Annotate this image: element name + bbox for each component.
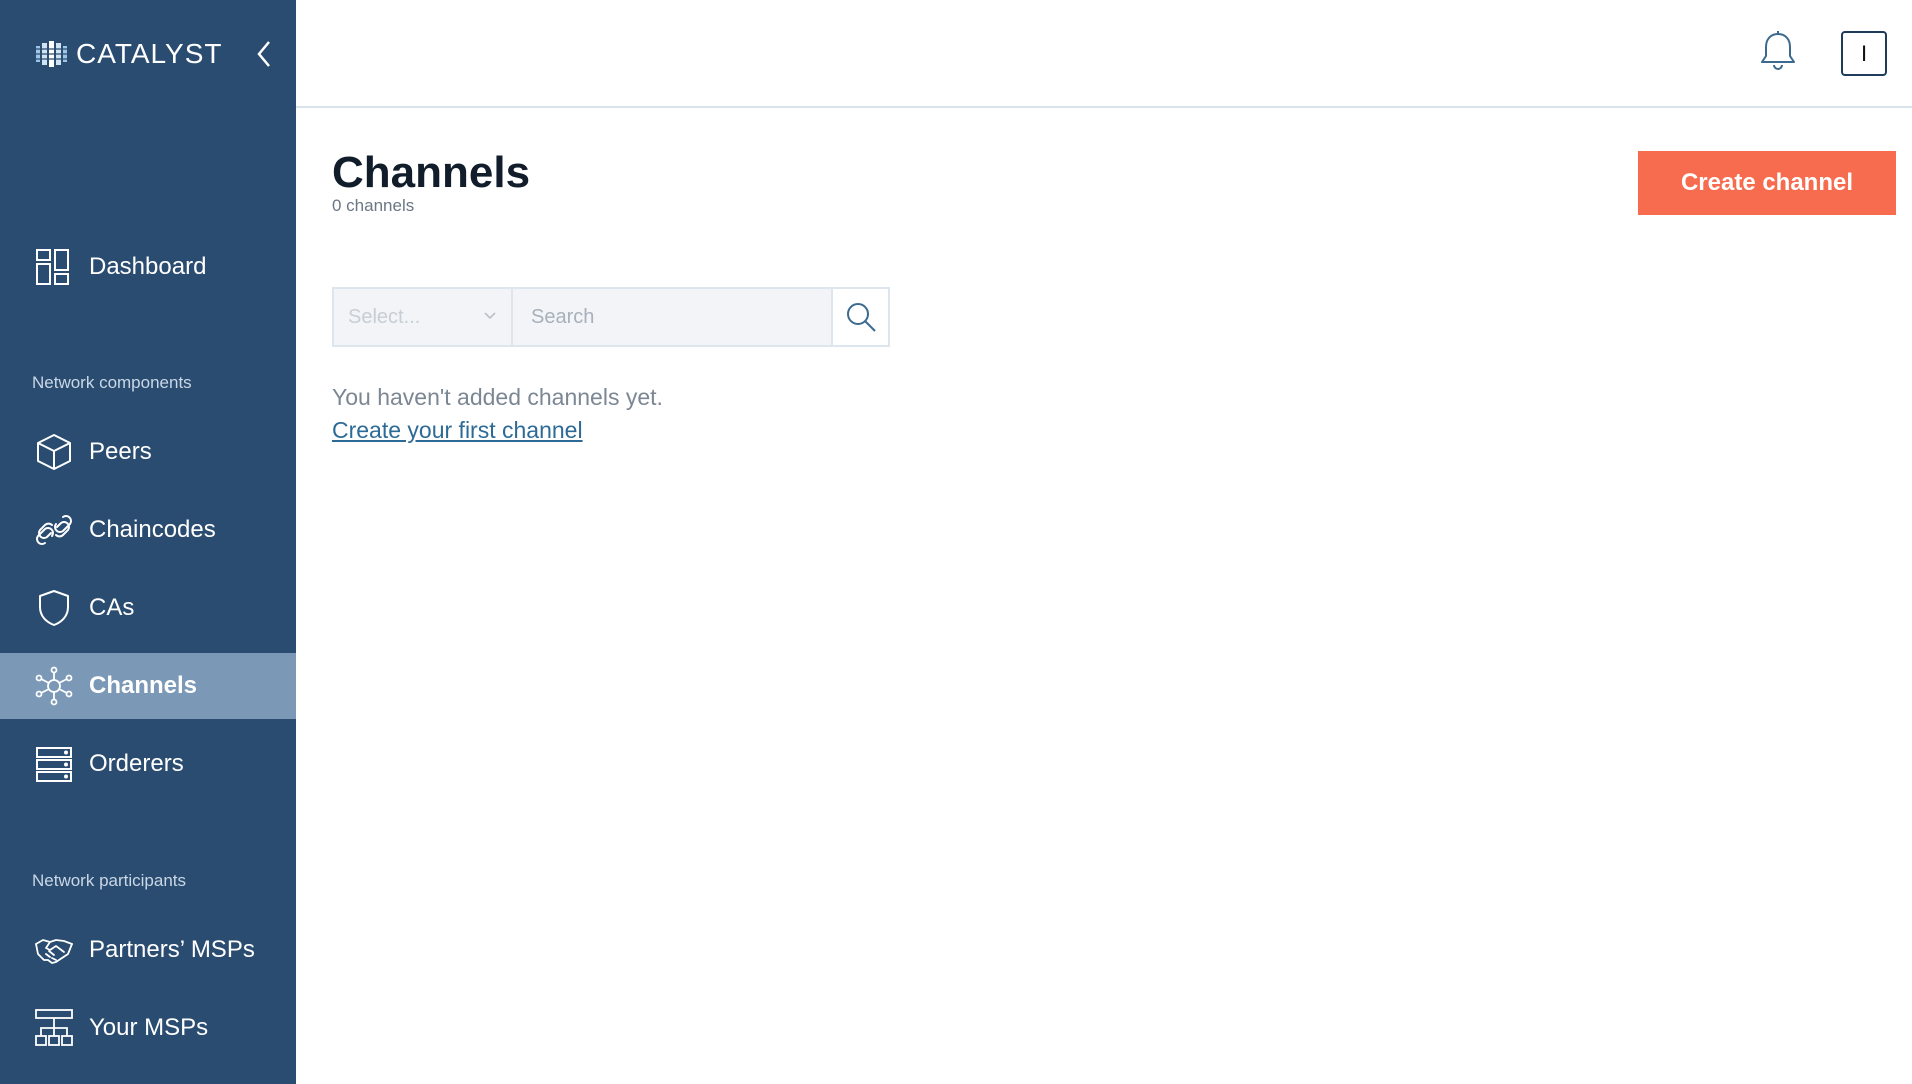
chevron-left-icon (257, 41, 270, 67)
handshake-icon (34, 930, 74, 970)
filter-bar: Select... (332, 287, 890, 347)
network-icon (34, 666, 74, 706)
create-channel-button[interactable]: Create channel (1638, 151, 1896, 215)
sidebar-item-cas[interactable]: CAs (0, 575, 296, 641)
search-input[interactable] (513, 289, 833, 345)
dashboard-icon (34, 247, 74, 287)
channel-count: 0 channels (332, 196, 415, 215)
sidebar-item-label: Orderers (89, 750, 184, 777)
notifications-button[interactable] (1758, 30, 1798, 72)
server-icon (34, 744, 74, 784)
create-first-channel-link[interactable]: Create your first channel (332, 417, 583, 444)
sidebar-item-label: Channels (89, 672, 198, 699)
org-chart-icon (34, 1008, 74, 1048)
bell-icon (1761, 31, 1795, 70)
section-label-network-participants: Network participants (32, 871, 187, 890)
cube-icon (34, 432, 74, 472)
sidebar-item-label: Dashboard (89, 253, 207, 280)
sidebar-item-your-msps[interactable]: Your MSPs (0, 995, 296, 1061)
select-placeholder: Select... (348, 305, 421, 328)
catalyst-logo-icon (34, 41, 68, 67)
sidebar-item-label: CAs (89, 594, 135, 621)
sidebar: CATALYST Dashboard Network components Pe… (0, 0, 296, 1084)
page-title: Channels (332, 148, 531, 197)
sidebar-item-label: Partners’ MSPs (89, 936, 255, 963)
user-avatar-button[interactable]: I (1841, 31, 1887, 76)
filter-select[interactable]: Select... (334, 289, 513, 345)
section-label-network-components: Network components (32, 373, 192, 392)
sidebar-item-label: Chaincodes (89, 516, 216, 543)
brand[interactable]: CATALYST (34, 36, 222, 72)
sidebar-item-dashboard[interactable]: Dashboard (0, 234, 296, 300)
shield-icon (34, 588, 74, 628)
link-icon (34, 510, 74, 550)
topbar: I (296, 0, 1912, 108)
sidebar-item-channels[interactable]: Channels (0, 653, 296, 719)
sidebar-item-label: Peers (89, 438, 152, 465)
empty-state-message: You haven't added channels yet. (332, 384, 663, 410)
collapse-sidebar-button[interactable] (252, 38, 276, 70)
sidebar-item-chaincodes[interactable]: Chaincodes (0, 497, 296, 563)
sidebar-item-orderers[interactable]: Orderers (0, 731, 296, 797)
search-button[interactable] (833, 289, 888, 345)
sidebar-item-label: Your MSPs (89, 1014, 209, 1041)
sidebar-item-partners-msps[interactable]: Partners’ MSPs (0, 917, 296, 983)
chevron-down-icon (484, 312, 496, 320)
brand-name: CATALYST (76, 38, 223, 69)
search-icon (846, 303, 876, 332)
sidebar-item-peers[interactable]: Peers (0, 419, 296, 485)
